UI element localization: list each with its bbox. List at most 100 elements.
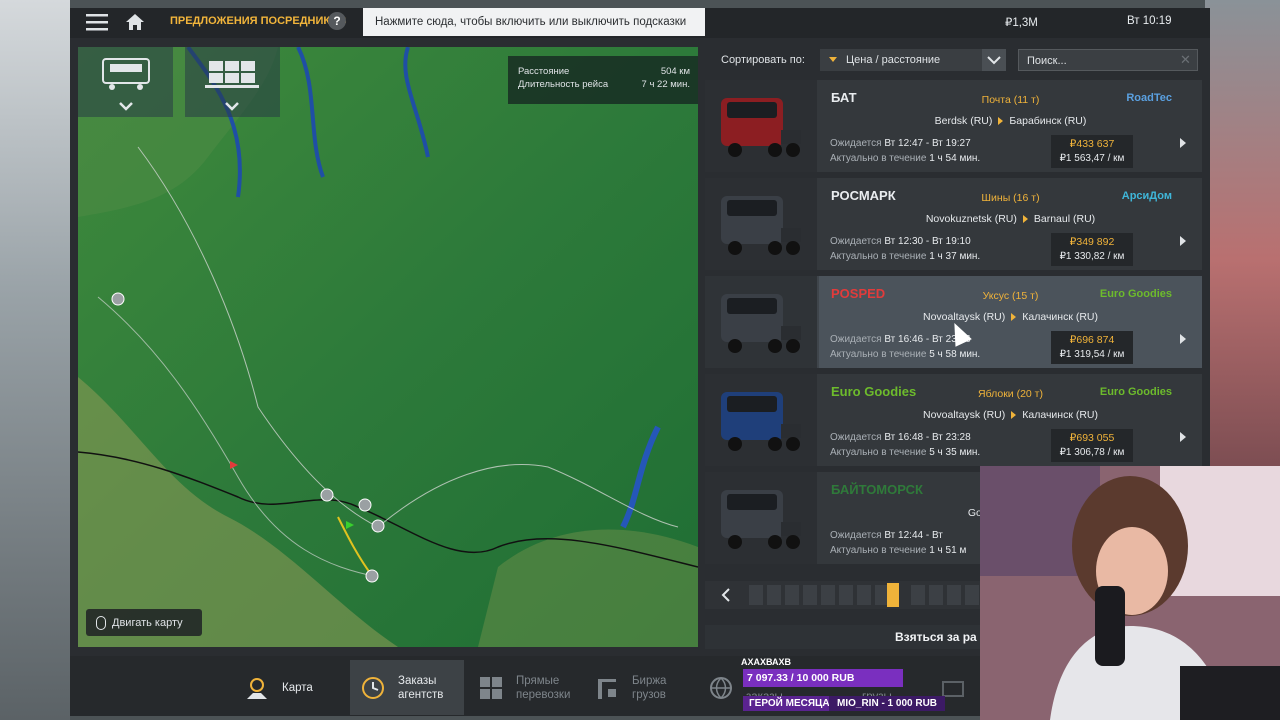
job-offer-row[interactable]: Euro Goodies Euro Goodies Яблоки (20 т) … xyxy=(705,374,1202,466)
duration-value: 7 ч 22 мин. xyxy=(641,79,690,90)
job-price: ₽433 637 xyxy=(1069,138,1115,150)
help-button[interactable]: ? xyxy=(328,12,346,30)
tab-direct-transport-label: Прямые перевозки xyxy=(516,674,571,701)
job-info: POSPED Euro Goodies Уксус (15 т) Novoalt… xyxy=(819,276,1202,368)
valid-value: 1 ч 54 мин. xyxy=(929,153,981,164)
origin-city: Novoaltaysk (RU) xyxy=(922,311,1006,323)
job-info: Euro Goodies Euro Goodies Яблоки (20 т) … xyxy=(819,374,1202,466)
chevron-down-icon[interactable] xyxy=(982,49,1006,71)
pager[interactable] xyxy=(705,581,980,609)
clear-search-icon[interactable]: ✕ xyxy=(1180,52,1191,68)
map-terrain xyxy=(78,47,698,647)
valid-time: Актуально в течение 5 ч 35 мин. xyxy=(830,447,980,458)
job-info: БАТ RoadTec Почта (11 т) Berdsk (RU) Бара… xyxy=(819,80,1202,172)
expected-time: Ожидается Вт 12:44 - Вт xyxy=(830,530,943,541)
route-info-panel: Расстояние 504 км Длительность рейса 7 ч 2… xyxy=(508,56,698,104)
job-offer-row[interactable]: РОСМАРК АрсиДом Шины (16 т) Novokuznetsk… xyxy=(705,178,1202,270)
destination-city: Барабинск (RU) xyxy=(1009,115,1087,127)
destination-city: Barnaul (RU) xyxy=(1033,213,1096,225)
donation-goal-widget: АХАХВАХВ 7 097.33 / 10 000 RUB ГЕРОЙ МЕС… xyxy=(741,656,981,716)
distance-label: Расстояние xyxy=(518,66,570,77)
price-box: ₽433 637 ₽1 563,47 / км xyxy=(1051,135,1133,168)
game-background-right xyxy=(1205,0,1280,470)
sort-select[interactable]: Цена / расстояние xyxy=(820,49,1006,71)
hero-of-month-badge: ГЕРОЙ МЕСЯЦА xyxy=(743,696,836,711)
tab-map[interactable]: Карта xyxy=(236,660,352,715)
expected-label: Ожидается xyxy=(830,432,882,443)
chevron-right-icon[interactable] xyxy=(1180,432,1186,442)
valid-value: 5 ч 58 мин. xyxy=(929,349,981,360)
valid-value: 5 ч 35 мин. xyxy=(929,447,981,458)
price-per-km: ₽1 306,78 / км xyxy=(1059,447,1125,458)
tab-direct-transport[interactable]: Прямые перевозки xyxy=(476,660,586,715)
route: Novoaltaysk (RU) Калачинск (RU) xyxy=(819,311,1202,323)
expected-value: Вт 16:48 - Вт 23:28 xyxy=(884,432,971,443)
expected-label: Ожидается xyxy=(830,138,882,149)
valid-label: Актуально в течение xyxy=(830,251,927,262)
expected-value: Вт 12:47 - Вт 19:27 xyxy=(884,138,971,149)
chevron-right-icon[interactable] xyxy=(1180,334,1186,344)
duration-label: Длительность рейса xyxy=(518,79,609,90)
hamburger-icon[interactable] xyxy=(86,12,108,32)
tab-freight-exchange[interactable]: Биржа грузов xyxy=(592,660,702,715)
hint-tooltip[interactable]: Нажмите сюда, чтобы включить или выключи… xyxy=(363,8,705,36)
chevron-right-icon[interactable] xyxy=(1180,236,1186,246)
valid-label: Актуально в течение xyxy=(830,349,927,360)
destination-city: Калачинск (RU) xyxy=(1022,409,1099,421)
donation-goal-bar: 7 097.33 / 10 000 RUB xyxy=(743,669,903,687)
valid-label: Актуально в течение xyxy=(830,153,927,164)
job-info: РОСМАРК АрсиДом Шины (16 т) Novokuznetsk… xyxy=(819,178,1202,270)
home-icon[interactable] xyxy=(124,12,146,32)
distance-value: 504 км xyxy=(660,66,690,77)
game-background-left xyxy=(0,0,70,720)
destination-city: Калачинск (RU) xyxy=(1022,311,1099,323)
take-job-label: Взяться за ра xyxy=(895,630,977,644)
move-map-label: Двигать карту xyxy=(112,616,183,629)
take-job-button[interactable]: Взяться за ра xyxy=(705,625,980,649)
route: Novokuznetsk (RU) Barnaul (RU) xyxy=(819,213,1202,225)
game-clock: Вт 10:19 xyxy=(1127,15,1172,27)
prev-page-icon xyxy=(721,588,730,602)
move-map-button[interactable]: Двигать карту xyxy=(86,609,202,636)
cargo-label: Уксус (15 т) xyxy=(982,290,1039,302)
route-arrow-icon xyxy=(1011,313,1017,322)
sort-arrow-icon xyxy=(829,57,837,62)
chevron-right-icon[interactable] xyxy=(1180,138,1186,148)
valid-time: Актуально в течение 1 ч 51 м xyxy=(830,545,966,556)
route: Berdsk (RU) Барабинск (RU) xyxy=(819,115,1202,127)
job-offer-row[interactable]: БАТ RoadTec Почта (11 т) Berdsk (RU) Бара… xyxy=(705,80,1202,172)
price-per-km: ₽1 563,47 / км xyxy=(1059,153,1125,164)
clock-icon xyxy=(358,673,388,703)
cargo-label: Яблоки (20 т) xyxy=(978,388,1043,400)
valid-time: Актуально в течение 5 ч 58 мин. xyxy=(830,349,980,360)
truck-filter-button[interactable] xyxy=(78,47,173,117)
streamer-webcam xyxy=(980,466,1280,720)
valid-label: Актуально в течение xyxy=(830,545,927,556)
price-per-km: ₽1 330,82 / км xyxy=(1059,251,1125,262)
price-per-km: ₽1 319,54 / км xyxy=(1059,349,1125,360)
globe-icon xyxy=(706,673,736,703)
world-map[interactable] xyxy=(78,47,698,647)
job-price: ₽349 892 xyxy=(1069,236,1115,248)
price-box: ₽696 874 ₽1 319,54 / км xyxy=(1051,331,1133,364)
truck-thumbnail xyxy=(705,374,817,466)
origin-city: Novoaltaysk (RU) xyxy=(922,409,1006,421)
valid-time: Актуально в течение 1 ч 54 мин. xyxy=(830,153,980,164)
cargo-filter-button[interactable] xyxy=(185,47,280,117)
cargo-label: Почта (11 т) xyxy=(981,94,1040,106)
money-balance: ₽1,3M xyxy=(1005,17,1038,29)
route: Novoaltaysk (RU) Калачинск (RU) xyxy=(819,409,1202,421)
tab-agency-orders[interactable]: Заказы агентств xyxy=(350,660,464,715)
origin-city: Novokuznetsk (RU) xyxy=(925,213,1017,225)
truck-icon xyxy=(102,58,150,111)
job-price: ₽696 874 xyxy=(1069,334,1115,346)
expected-value: Вт 12:44 - Вт xyxy=(884,530,943,541)
search-input[interactable]: Поиск... xyxy=(1018,49,1198,71)
expected-value: Вт 12:30 - Вт 19:10 xyxy=(884,236,971,247)
route-arrow-icon xyxy=(1011,411,1017,420)
truck-thumbnail xyxy=(705,178,817,270)
valid-value: 1 ч 51 м xyxy=(929,545,967,556)
truck-thumbnail xyxy=(705,80,817,172)
truck-thumbnail xyxy=(705,472,817,564)
cargo-label: Шины (16 т) xyxy=(981,192,1040,204)
